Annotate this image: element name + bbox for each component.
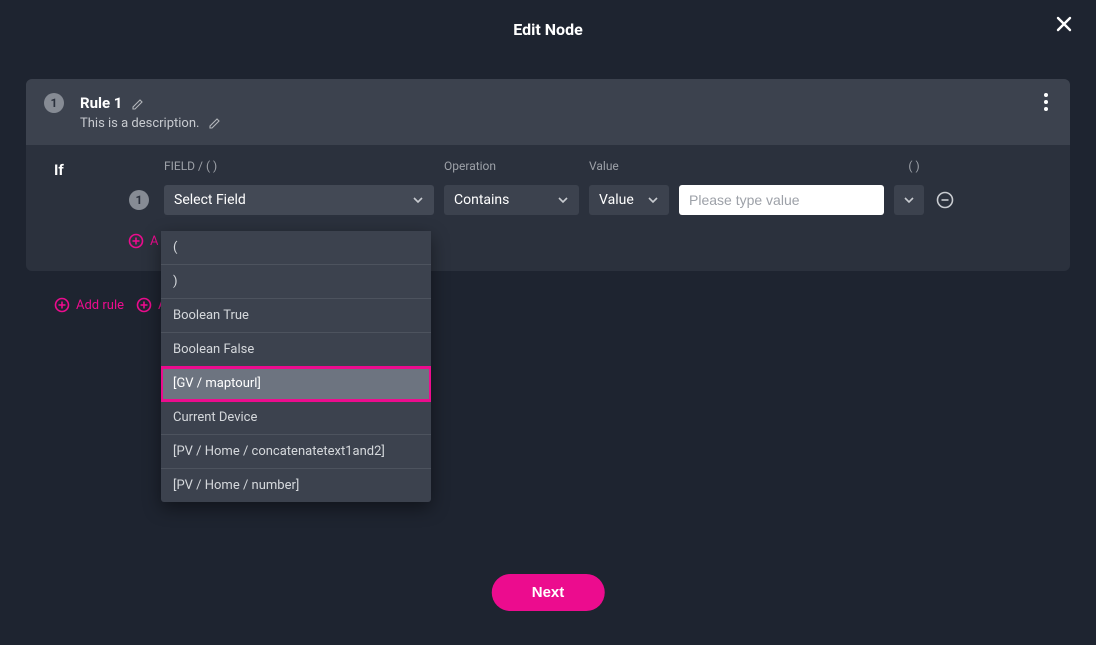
rule-header: 1 Rule 1 This is a description.	[26, 79, 1070, 145]
rule-title: Rule 1	[80, 94, 122, 112]
value-input[interactable]	[679, 185, 884, 215]
row-number-badge: 1	[129, 190, 149, 210]
operation-select-text: Contains	[454, 192, 509, 208]
modal-title: Edit Node	[0, 20, 1096, 39]
chevron-down-icon	[647, 194, 659, 206]
more-menu-icon[interactable]	[1044, 93, 1048, 111]
dropdown-item[interactable]: [PV / Home / concatenatetext1and2]	[161, 435, 431, 469]
chevron-down-icon	[412, 194, 424, 206]
field-select[interactable]: Select Field	[164, 185, 434, 215]
column-headers: FIELD / ( ) Operation Value ( )	[124, 159, 1042, 173]
rule-number-badge: 1	[44, 93, 64, 113]
edit-description-icon[interactable]	[209, 117, 221, 129]
add-condition-label: Add condition	[150, 234, 158, 249]
dropdown-item[interactable]: [PV / Home / number]	[161, 469, 431, 502]
paren-select[interactable]	[894, 185, 924, 215]
chevron-down-icon	[557, 194, 569, 206]
dropdown-item[interactable]: Boolean True	[161, 299, 431, 333]
field-select-text: Select Field	[174, 192, 246, 208]
dropdown-item[interactable]: Boolean False	[161, 333, 431, 367]
dropdown-item[interactable]: )	[161, 265, 431, 299]
rule-panel: 1 Rule 1 This is a description. If FIELD…	[26, 79, 1070, 271]
rule-description: This is a description.	[80, 116, 199, 131]
dropdown-item[interactable]: (	[161, 231, 431, 265]
close-icon[interactable]	[1054, 14, 1074, 34]
condition-row: 1 Select Field Contains Value	[124, 185, 1042, 215]
add-rule-link[interactable]: Add rule	[54, 297, 124, 313]
dropdown-item[interactable]: Current Device	[161, 401, 431, 435]
next-button[interactable]: Next	[492, 574, 605, 611]
header-field: FIELD / ( )	[164, 159, 434, 173]
dropdown-item[interactable]: [GV / maptourl]	[161, 367, 431, 401]
operation-select[interactable]: Contains	[444, 185, 579, 215]
value-type-select[interactable]: Value	[589, 185, 669, 215]
if-label: If	[54, 159, 124, 179]
add-rule-label: Add rule	[76, 298, 124, 313]
remove-condition-icon[interactable]	[934, 189, 956, 211]
header-paren: ( )	[899, 159, 929, 173]
header-operation: Operation	[444, 159, 579, 173]
edit-title-icon[interactable]	[132, 98, 144, 110]
field-dropdown[interactable]: ()Boolean TrueBoolean False[GV / maptour…	[161, 231, 431, 502]
header-value: Value	[589, 159, 889, 173]
value-type-text: Value	[599, 192, 634, 208]
